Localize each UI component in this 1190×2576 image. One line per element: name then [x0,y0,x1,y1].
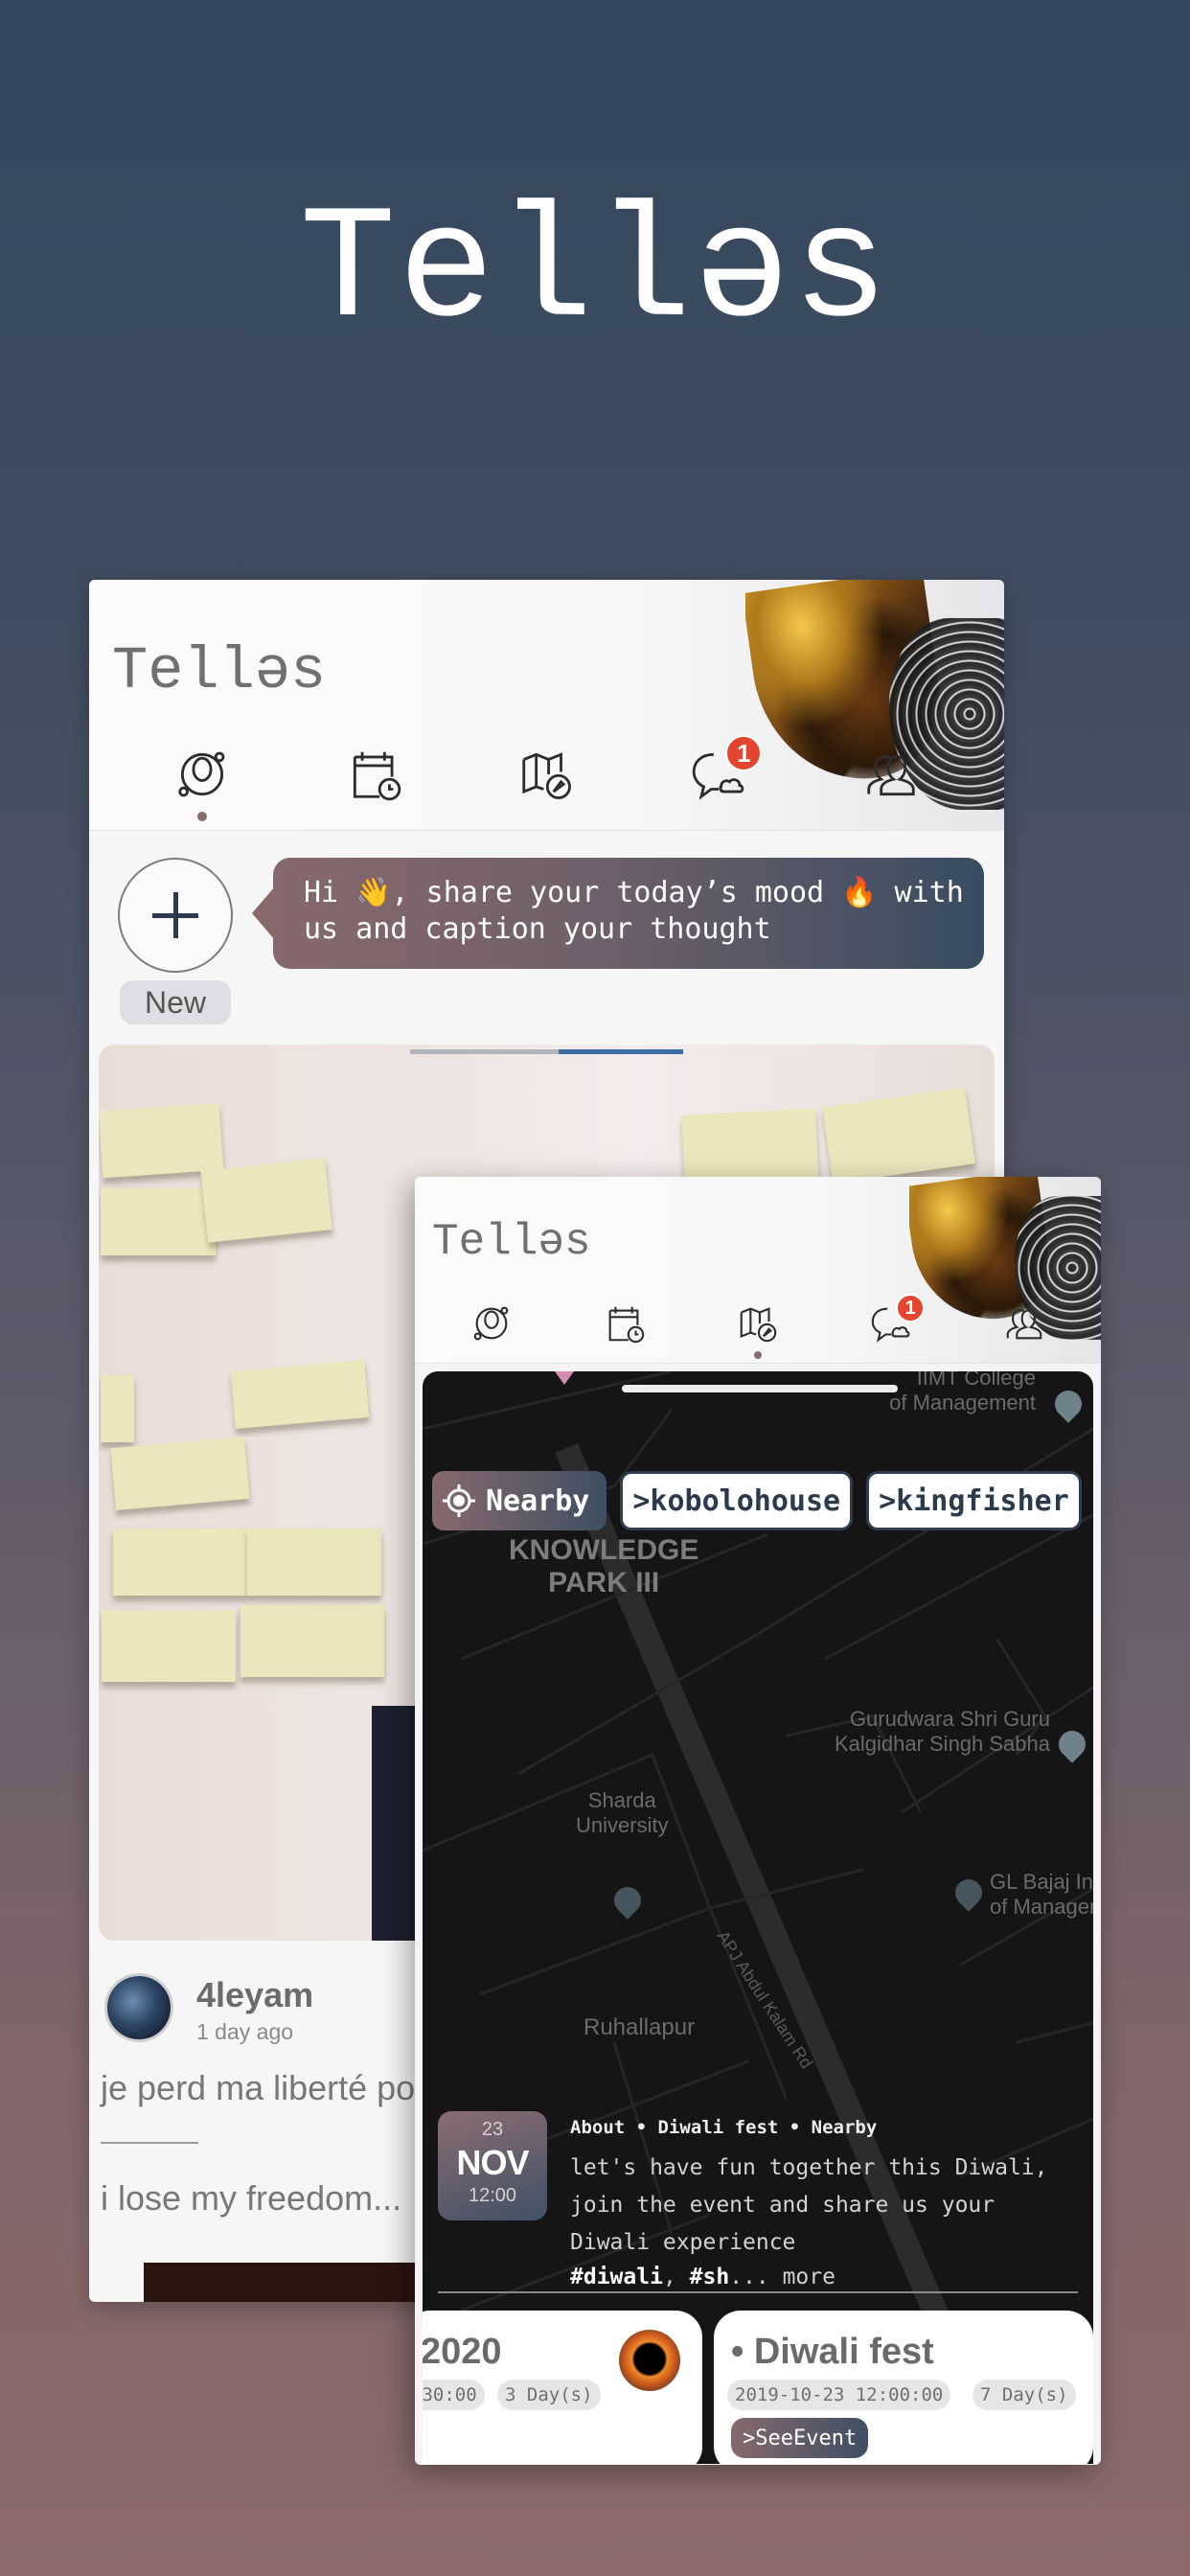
sticky-note [110,1437,250,1510]
app-header: Telləs 1 [89,580,1004,831]
app-title: Telləs [112,637,327,705]
sticky-note [247,1529,381,1596]
chip-label: >kingfisher [879,1484,1069,1518]
map-label-gurudwara: Gurudwara Shri Guru Kalgidhar Singh Sabh… [834,1707,1050,1756]
next-post-media[interactable] [144,2263,431,2302]
chip-label: >kobolohouse [632,1484,841,1518]
map-label-ruhallapur: Ruhallapur [584,2014,696,2040]
tab-people[interactable] [1002,1301,1046,1359]
event-meta: About • Diwali fest • Nearby [570,2117,878,2138]
event-card-title: 2020 [423,2332,502,2372]
carousel-indicator [410,1049,683,1054]
chip-nearby[interactable]: Nearby [432,1471,607,1530]
post-timestamp: 1 day ago [196,2019,294,2044]
tab-people[interactable] [861,745,921,821]
caption-separator [101,2142,198,2144]
sticky-note [101,1375,134,1442]
post-caption: je perd ma liberté po [101,2068,416,2107]
sticky-note [102,1610,236,1682]
sticky-note [240,1605,384,1677]
more-link[interactable]: ... more [729,2265,835,2289]
sticky-note [101,1188,216,1255]
filter-chips: Nearby >kobolohouse >kingfisher [432,1471,1082,1530]
sticky-note [230,1360,370,1429]
chip-kobolohouse[interactable]: >kobolohouse [620,1471,854,1530]
unread-badge: 1 [725,735,763,771]
tab-bar: 1 [89,735,1004,821]
carousel-slide-indicator [410,1049,559,1054]
calendar-clock-icon [353,751,400,801]
event-card[interactable]: • Diwali fest 2019-10-23 12:00:00 7 Day(… [714,2311,1093,2464]
carousel-slide-indicator-active [559,1049,683,1054]
tab-feed[interactable] [172,745,232,821]
active-indicator [196,812,207,821]
event-duration-pill: 3 Day(s) [497,2380,601,2410]
new-post-button[interactable] [118,858,233,973]
chip-label: Nearby [486,1484,590,1518]
event-time: 12:00 [468,2185,517,2206]
map-label-gl-bajaj: GL Bajaj Ins of Managem [990,1870,1093,1919]
tab-messages[interactable]: 1 [689,735,763,821]
map-screen: Telləs 1 IIMT College of Management Near… [415,1177,1101,2465]
divider [438,2291,1078,2293]
tab-events[interactable] [345,745,404,821]
event-card[interactable]: 2020 :30:00 3 Day(s) [423,2311,702,2464]
event-tags: #diwali, #sh... more [570,2265,835,2289]
tab-map[interactable] [736,1301,780,1359]
event-start-pill: :30:00 [423,2380,485,2410]
hashtag[interactable]: #diwali [570,2265,663,2289]
mood-prompt-bubble[interactable]: Hi 👋, share your today’s mood 🔥 with us … [252,858,984,969]
event-preview[interactable]: 23 NOV 12:00 About • Diwali fest • Nearb… [438,2100,1089,2291]
map-marker[interactable] [555,1371,574,1385]
map-label-sharda: Sharda University [576,1788,669,1837]
users-icon [1007,1309,1042,1340]
unread-badge: 1 [896,1294,926,1322]
hashtag[interactable]: #sh [690,2265,730,2289]
event-start-pill: 2019-10-23 12:00:00 [727,2380,951,2410]
map-compass-icon [740,1307,777,1343]
planet-icon [178,751,225,797]
event-date-badge: 23 NOV 12:00 [438,2111,547,2220]
event-thumbnail [619,2330,680,2391]
tab-bar: 1 [415,1294,1101,1359]
event-duration-pill: 7 Day(s) [973,2380,1076,2410]
post-username[interactable]: 4leyam [196,1975,313,2015]
calendar-clock-icon [608,1306,645,1344]
app-header: Telləs 1 [415,1177,1101,1364]
app-title: Telləs [432,1217,591,1267]
post-caption-translation: i lose my freedom... [101,2178,402,2218]
new-post-label[interactable]: New [120,980,231,1024]
sticky-note [113,1529,247,1596]
sticky-note [99,1102,224,1179]
hero-title: Telləs [299,181,891,363]
event-card-title: • Diwali fest [731,2332,934,2372]
map-label-iimt: IIMT College of Management [889,1371,1036,1414]
sticky-note [200,1158,332,1243]
chip-kingfisher[interactable]: >kingfisher [866,1471,1082,1530]
event-month: NOV [456,2143,529,2182]
planet-icon [473,1306,508,1341]
users-icon [867,755,915,796]
sticky-note [822,1087,975,1184]
map-compass-icon [522,752,572,799]
see-event-button[interactable]: >SeeEvent [731,2418,869,2458]
compose-row: New Hi 👋, share your today’s mood 🔥 with… [89,858,1004,1030]
crosshair-icon [443,1484,475,1517]
event-description: let's have fun together this Diwali, joi… [570,2155,1048,2255]
tab-events[interactable] [603,1301,647,1359]
tab-map[interactable] [516,745,576,821]
event-day: 23 [481,2119,504,2140]
tab-feed[interactable] [469,1301,514,1359]
active-indicator [753,1351,762,1359]
tab-messages[interactable]: 1 [869,1294,926,1359]
map-label-knowledge-park: KNOWLEDGE PARK III [509,1534,699,1598]
avatar[interactable] [104,1973,173,2042]
map-view[interactable]: IIMT College of Management Nearby >kobol… [423,1371,1093,2464]
drag-handle[interactable] [622,1385,898,1392]
